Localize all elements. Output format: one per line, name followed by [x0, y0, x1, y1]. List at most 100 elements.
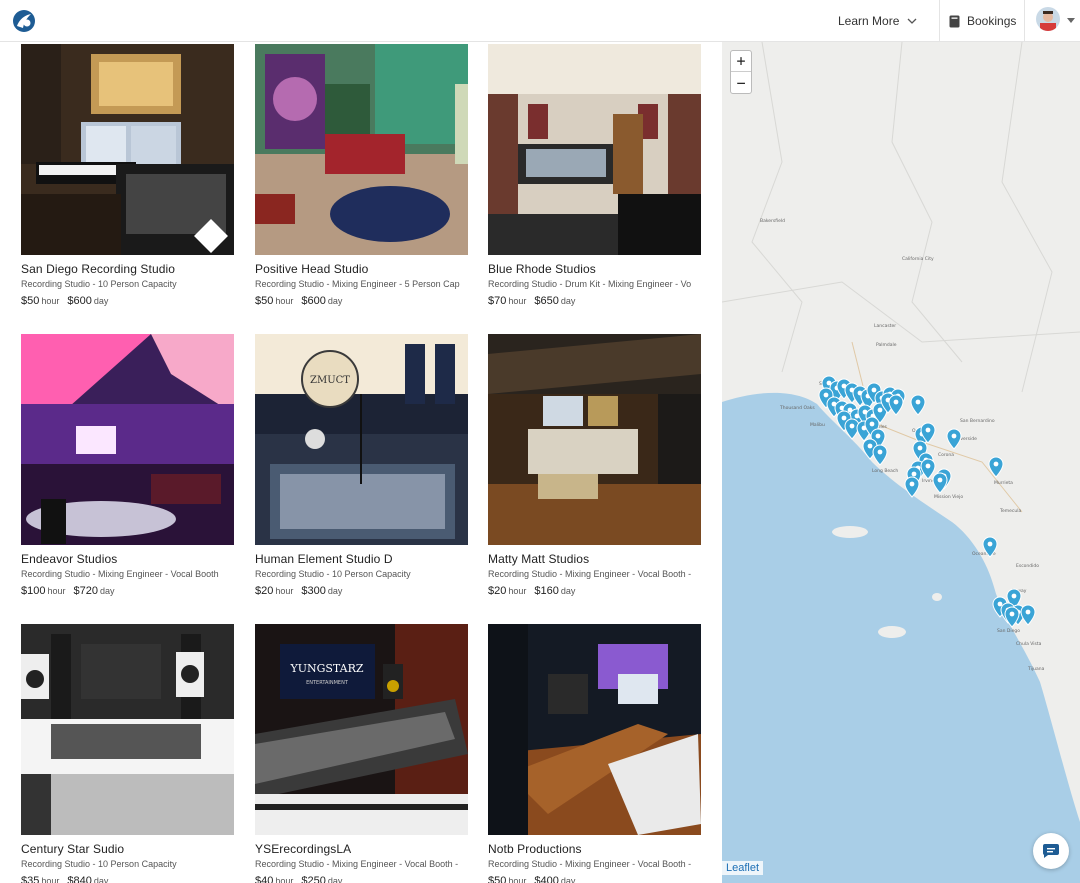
- map-pin-dot: [909, 481, 915, 487]
- map-pin-dot: [875, 433, 881, 439]
- map-pin-dot: [841, 415, 847, 421]
- listing-title[interactable]: San Diego Recording Studio: [21, 262, 234, 276]
- listing-photo[interactable]: [488, 44, 701, 255]
- listing-title[interactable]: Blue Rhode Studios: [488, 262, 701, 276]
- map-label: Temecula: [999, 508, 1021, 514]
- map-attribution-link[interactable]: Leaflet: [722, 861, 764, 875]
- hour-unit: hour: [41, 296, 60, 306]
- avatar[interactable]: [1036, 7, 1060, 31]
- listing-card[interactable]: Positive Head Studio Recording Studio - …: [255, 44, 468, 307]
- listing-subtitle: Recording Studio - Drum Kit - Mixing Eng…: [488, 279, 692, 289]
- listing-price: $50 hour $400 day: [488, 875, 701, 883]
- day-unit: day: [560, 296, 576, 306]
- map-label: Malibu: [810, 422, 825, 428]
- listing-photo[interactable]: YUNGSTARZ ENTERTAINMENT: [255, 624, 468, 835]
- listing-card[interactable]: Endeavor Studios Recording Studio - Mixi…: [21, 334, 234, 597]
- hour-unit: hour: [508, 876, 527, 883]
- bookings-link[interactable]: Bookings: [949, 0, 1016, 42]
- zoom-control: + −: [730, 50, 752, 94]
- map-pin-dot: [937, 477, 943, 483]
- listing-price: $50 hour $600 day: [21, 295, 234, 307]
- day-unit: day: [93, 876, 109, 883]
- listing-price: $100 hour $720 day: [21, 585, 234, 597]
- map-label: Bakersfield: [760, 218, 785, 224]
- hour-price: $50: [21, 295, 40, 307]
- listing-card[interactable]: YUNGSTARZ ENTERTAINMENT YSErecordingsLA …: [255, 624, 468, 883]
- map-label: Tijuana: [1027, 666, 1045, 672]
- listing-card[interactable]: San Diego Recording Studio Recording Stu…: [21, 44, 234, 307]
- nav-divider: [939, 0, 940, 42]
- listing-price: $20 hour $300 day: [255, 585, 468, 597]
- map-pin-dot: [893, 399, 899, 405]
- learn-more-menu[interactable]: Learn More: [838, 0, 917, 42]
- caret-down-icon[interactable]: [1067, 18, 1075, 24]
- listing-card[interactable]: Blue Rhode Studios Recording Studio - Dr…: [488, 44, 701, 307]
- listing-photo[interactable]: [21, 334, 234, 545]
- listing-card[interactable]: Notb Productions Recording Studio - Mixi…: [488, 624, 701, 883]
- map-pin-dot: [997, 601, 1003, 607]
- day-price: $400: [534, 875, 559, 883]
- listing-price: $50 hour $600 day: [255, 295, 468, 307]
- listing-subtitle: Recording Studio - Mixing Engineer - Voc…: [488, 569, 692, 579]
- day-unit: day: [327, 296, 343, 306]
- map-panel[interactable]: Bakersfield California City Lancaster Pa…: [722, 42, 1080, 883]
- listing-card[interactable]: Century Star Sudio Recording Studio - 10…: [21, 624, 234, 883]
- map-label: Corona: [938, 452, 954, 458]
- listing-price: $20 hour $160 day: [488, 585, 701, 597]
- listing-photo[interactable]: [21, 44, 234, 255]
- listing-photo[interactable]: [255, 44, 468, 255]
- hour-price: $40: [255, 875, 274, 883]
- listing-title[interactable]: Century Star Sudio: [21, 842, 234, 856]
- listing-title[interactable]: Human Element Studio D: [255, 552, 468, 566]
- listing-title[interactable]: YSErecordingsLA: [255, 842, 468, 856]
- listing-photo[interactable]: [488, 624, 701, 835]
- day-unit: day: [560, 876, 576, 883]
- listing-card[interactable]: ZMUCT Human Element Studio D Recording S…: [255, 334, 468, 597]
- map-label: Thousand Oaks: [779, 405, 815, 411]
- yungstarz-sign: YUNGSTARZ: [289, 662, 363, 675]
- map-pin-dot: [1025, 609, 1031, 615]
- listing-title[interactable]: Notb Productions: [488, 842, 701, 856]
- hour-price: $20: [488, 585, 507, 597]
- map-pin-dot: [849, 423, 855, 429]
- listing-subtitle: Recording Studio - 10 Person Capacity: [21, 279, 177, 289]
- brand-logo-icon[interactable]: [12, 9, 36, 33]
- map-tiles[interactable]: Bakersfield California City Lancaster Pa…: [722, 42, 1080, 883]
- listing-price: $70 hour $650 day: [488, 295, 701, 307]
- nav-divider: [1024, 0, 1025, 42]
- listing-photo[interactable]: [488, 334, 701, 545]
- hour-unit: hour: [275, 876, 294, 883]
- day-price: $840: [67, 875, 92, 883]
- day-unit: day: [327, 586, 343, 596]
- hour-price: $20: [255, 585, 274, 597]
- listing-photo[interactable]: [21, 624, 234, 835]
- listing-title[interactable]: Positive Head Studio: [255, 262, 468, 276]
- chevron-down-icon: [907, 18, 917, 24]
- book-icon: [949, 15, 960, 27]
- day-price: $300: [301, 585, 326, 597]
- listing-title[interactable]: Matty Matt Studios: [488, 552, 701, 566]
- listing-title[interactable]: Endeavor Studios: [21, 552, 234, 566]
- chat-button[interactable]: [1033, 833, 1069, 869]
- listing-subtitle: Recording Studio - Mixing Engineer - Voc…: [21, 569, 219, 579]
- zoom-out-button[interactable]: −: [731, 72, 751, 93]
- listing-subtitle: Recording Studio - Mixing Engineer - Voc…: [488, 859, 692, 869]
- day-price: $720: [73, 585, 98, 597]
- map-pin-dot: [925, 427, 931, 433]
- listing-card[interactable]: Matty Matt Studios Recording Studio - Mi…: [488, 334, 701, 597]
- zoom-in-button[interactable]: +: [731, 51, 751, 72]
- hour-price: $50: [488, 875, 507, 883]
- top-nav: Learn More Bookings: [0, 0, 1080, 42]
- map-pin-dot: [1011, 593, 1017, 599]
- zmuct-sign: ZMUCT: [310, 375, 350, 386]
- map-label: Murrieta: [994, 480, 1013, 486]
- day-price: $160: [534, 585, 559, 597]
- listing-photo[interactable]: ZMUCT: [255, 334, 468, 545]
- map-pin-dot: [987, 541, 993, 547]
- hour-unit: hour: [275, 296, 294, 306]
- hour-unit: hour: [41, 876, 60, 883]
- day-price: $600: [301, 295, 326, 307]
- hour-price: $50: [255, 295, 274, 307]
- map-pin-dot: [877, 407, 883, 413]
- map-label: Long Beach: [872, 468, 898, 474]
